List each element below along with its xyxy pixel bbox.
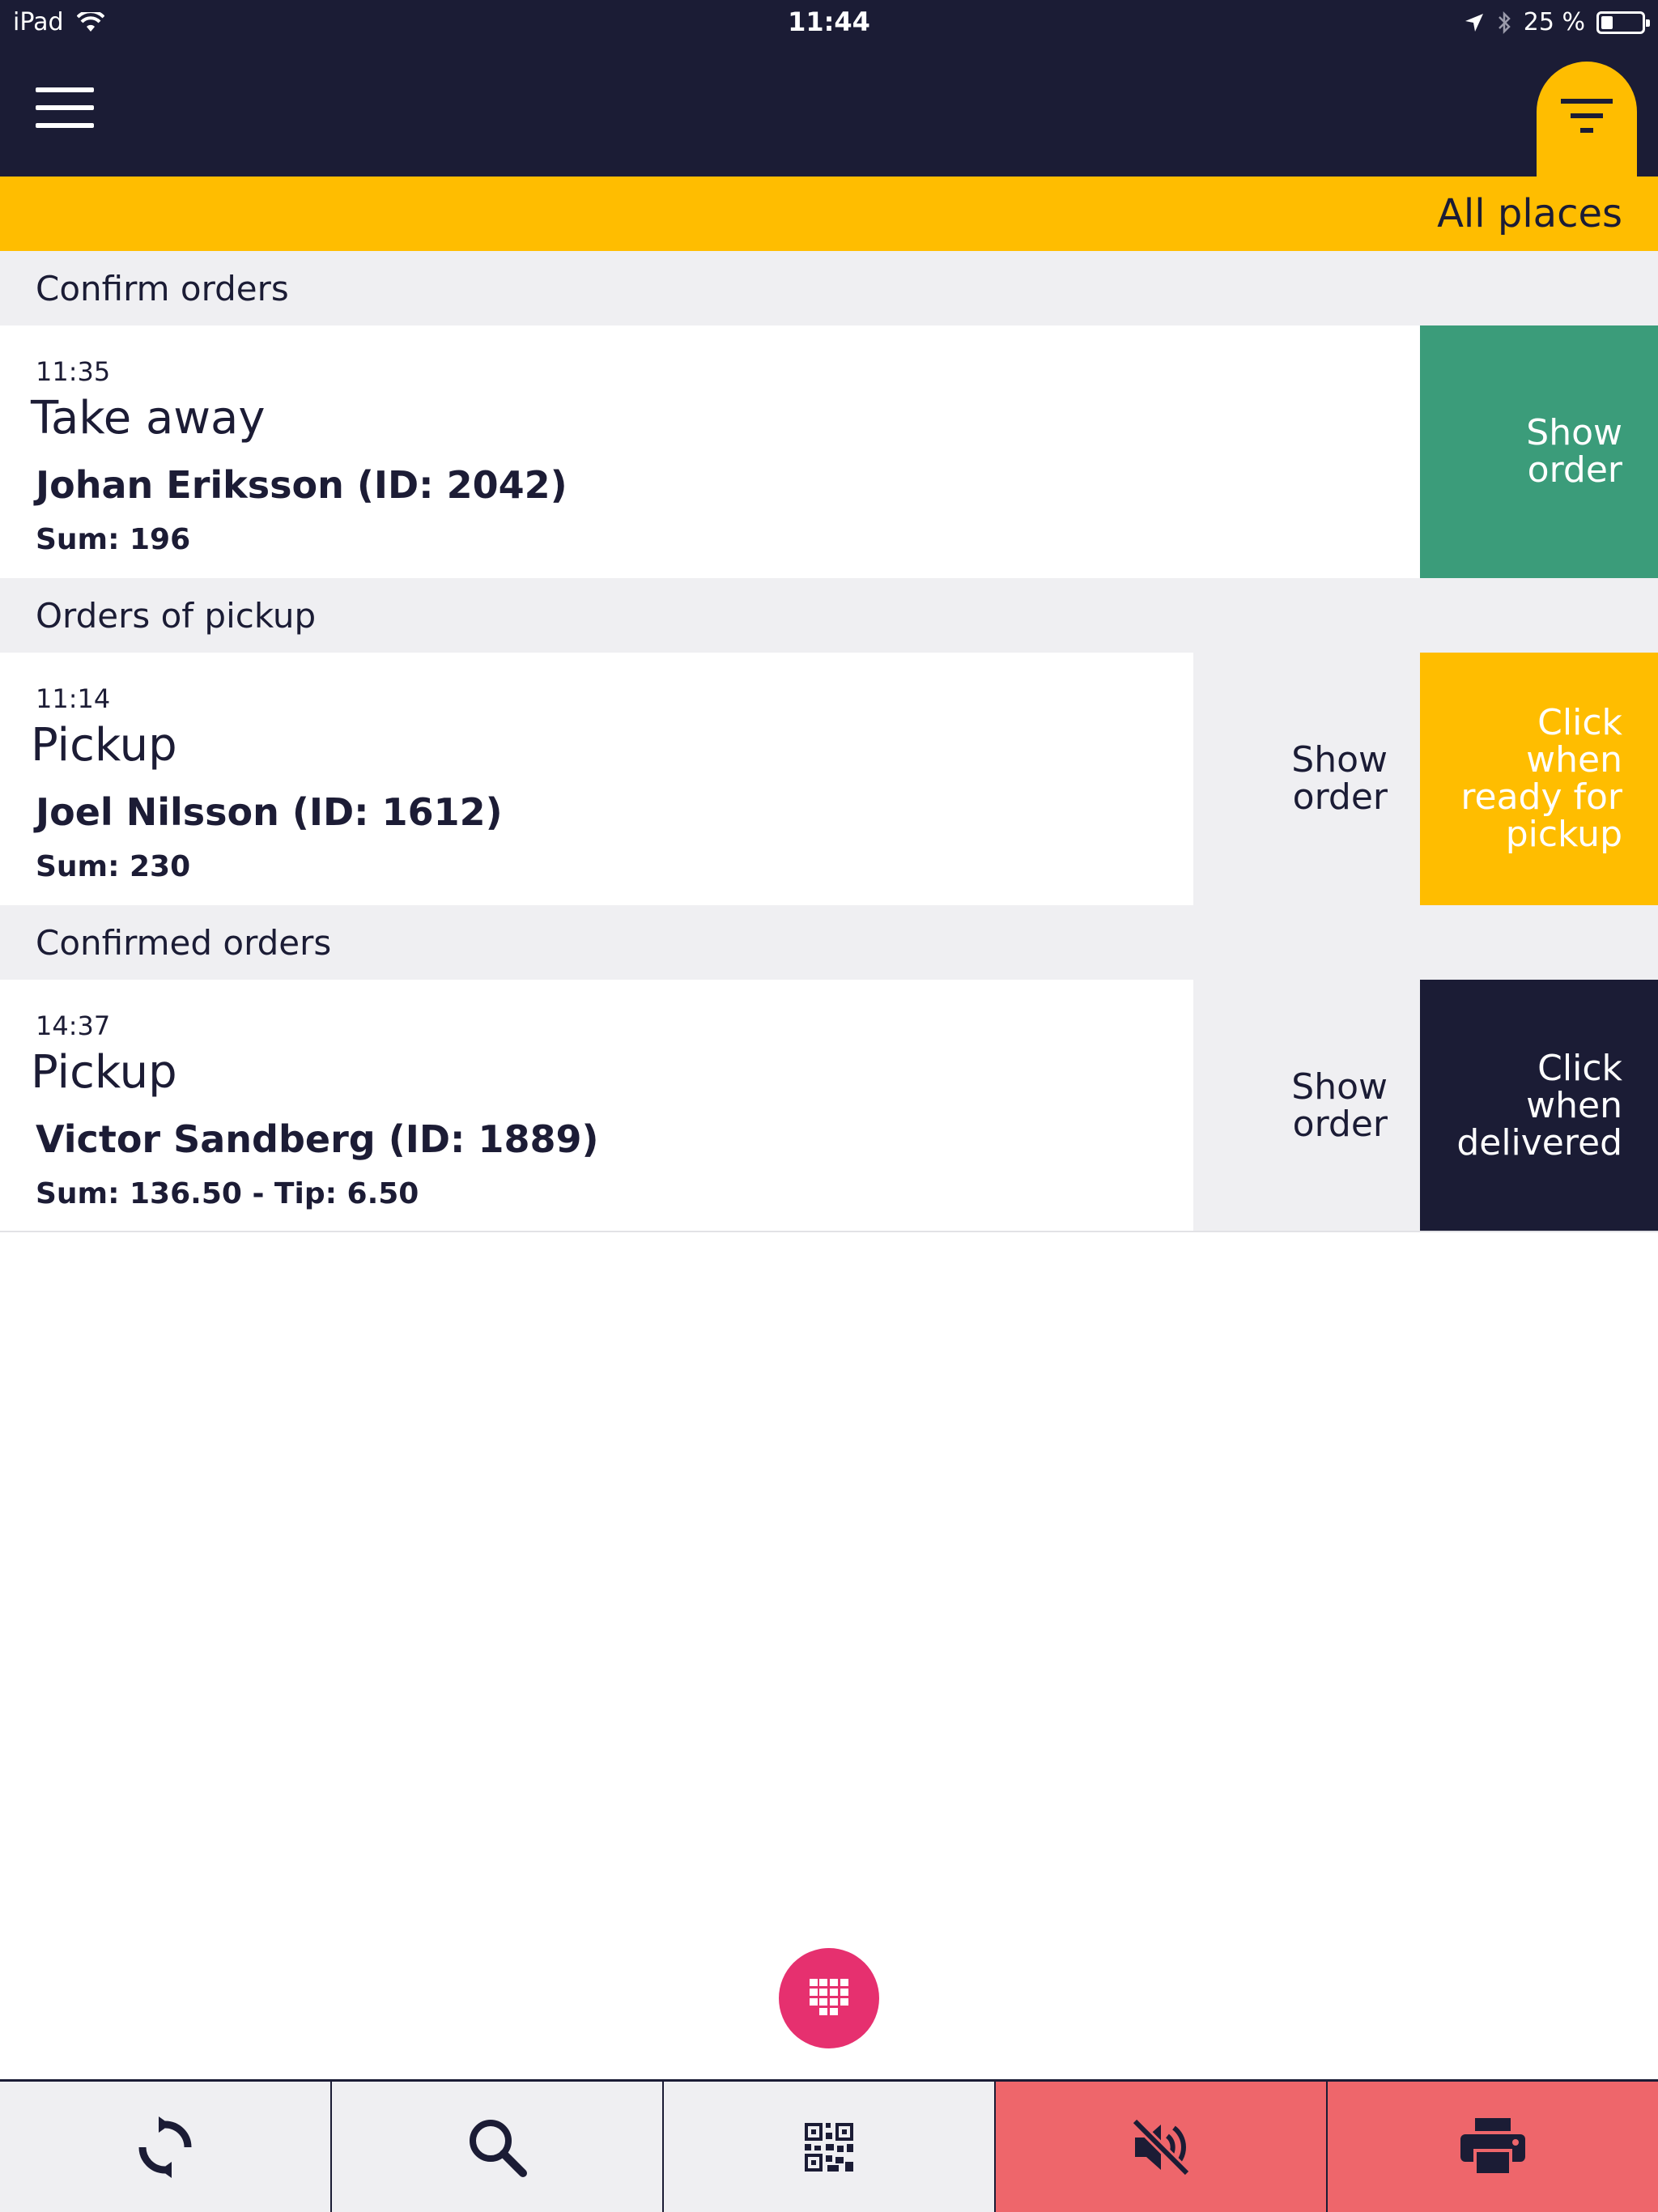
status-bar: iPad 11:44 25 % [0, 0, 1658, 45]
keypad-button[interactable] [779, 1948, 879, 2048]
qr-code-icon [805, 2122, 853, 2172]
places-filter-bar[interactable]: All places [0, 177, 1658, 251]
app-screen: iPad 11:44 25 % All places Confirm order… [0, 0, 1658, 2212]
filter-icon [1561, 99, 1613, 133]
ready-for-pickup-label: Click when ready for pickup [1460, 702, 1622, 855]
order-type: Take away [31, 392, 266, 445]
order-type: Pickup [31, 1046, 177, 1099]
print-button[interactable] [1328, 2082, 1658, 2212]
refresh-button[interactable] [0, 2082, 332, 2212]
order-time: 11:35 [36, 356, 111, 387]
order-row: 11:14 Pickup Joel Nilsson (ID: 1612) Sum… [0, 653, 1658, 905]
show-order-button[interactable]: Show order [1420, 325, 1658, 578]
order-sum: Sum: 136.50 - Tip: 6.50 [36, 1177, 419, 1210]
device-label: iPad [13, 8, 64, 36]
order-time: 14:37 [36, 1010, 111, 1041]
bottom-toolbar [0, 2079, 1658, 2212]
ready-for-pickup-button[interactable]: Click when ready for pickup [1420, 653, 1658, 905]
delivered-button[interactable]: Click when delivered [1420, 980, 1658, 1232]
wifi-icon [76, 11, 104, 32]
bluetooth-icon [1498, 11, 1511, 34]
search-button[interactable] [332, 2082, 664, 2212]
sound-toggle-button[interactable] [996, 2082, 1328, 2212]
refresh-icon [138, 2116, 192, 2178]
order-customer: Victor Sandberg (ID: 1889) [36, 1117, 599, 1161]
delivered-label: Click when delivered [1456, 1048, 1622, 1163]
filter-button[interactable] [1537, 62, 1637, 177]
battery-icon [1596, 11, 1650, 34]
order-row: 11:35 Take away Johan Eriksson (ID: 2042… [0, 325, 1658, 578]
order-sum: Sum: 196 [36, 523, 191, 556]
section-confirmed-orders: Confirmed orders [0, 905, 1658, 980]
location-arrow-icon [1465, 13, 1483, 32]
search-icon [470, 2119, 527, 2177]
hamburger-menu-icon[interactable] [36, 87, 94, 133]
mute-icon [1131, 2117, 1191, 2176]
order-type: Pickup [31, 719, 177, 772]
order-sum: Sum: 230 [36, 850, 191, 883]
battery-percent: 25 % [1523, 8, 1585, 36]
show-order-label: Show order [1291, 739, 1388, 818]
places-filter-label: All places [1437, 191, 1622, 236]
section-confirm-orders: Confirm orders [0, 251, 1658, 325]
show-order-label: Show order [1291, 1066, 1388, 1145]
keypad-icon [810, 1979, 848, 2015]
show-order-label: Show order [1526, 412, 1622, 491]
status-time: 11:44 [788, 6, 870, 37]
order-customer: Joel Nilsson (ID: 1612) [36, 790, 503, 834]
order-info: 14:37 Pickup Victor Sandberg (ID: 1889) … [0, 980, 1193, 1232]
printer-icon [1460, 2117, 1525, 2176]
list-divider [0, 1231, 1658, 1232]
order-info: 11:35 Take away Johan Eriksson (ID: 2042… [0, 325, 1420, 578]
status-right: 25 % [1464, 8, 1650, 36]
order-row: 14:37 Pickup Victor Sandberg (ID: 1889) … [0, 980, 1658, 1232]
show-order-button[interactable]: Show order [1193, 980, 1420, 1232]
app-header [0, 45, 1658, 177]
qr-scan-button[interactable] [664, 2082, 996, 2212]
order-time: 11:14 [36, 683, 111, 714]
status-left: iPad [13, 8, 104, 36]
section-orders-of-pickup: Orders of pickup [0, 578, 1658, 653]
show-order-button[interactable]: Show order [1193, 653, 1420, 905]
order-customer: Johan Eriksson (ID: 2042) [36, 463, 568, 507]
order-info: 11:14 Pickup Joel Nilsson (ID: 1612) Sum… [0, 653, 1193, 905]
